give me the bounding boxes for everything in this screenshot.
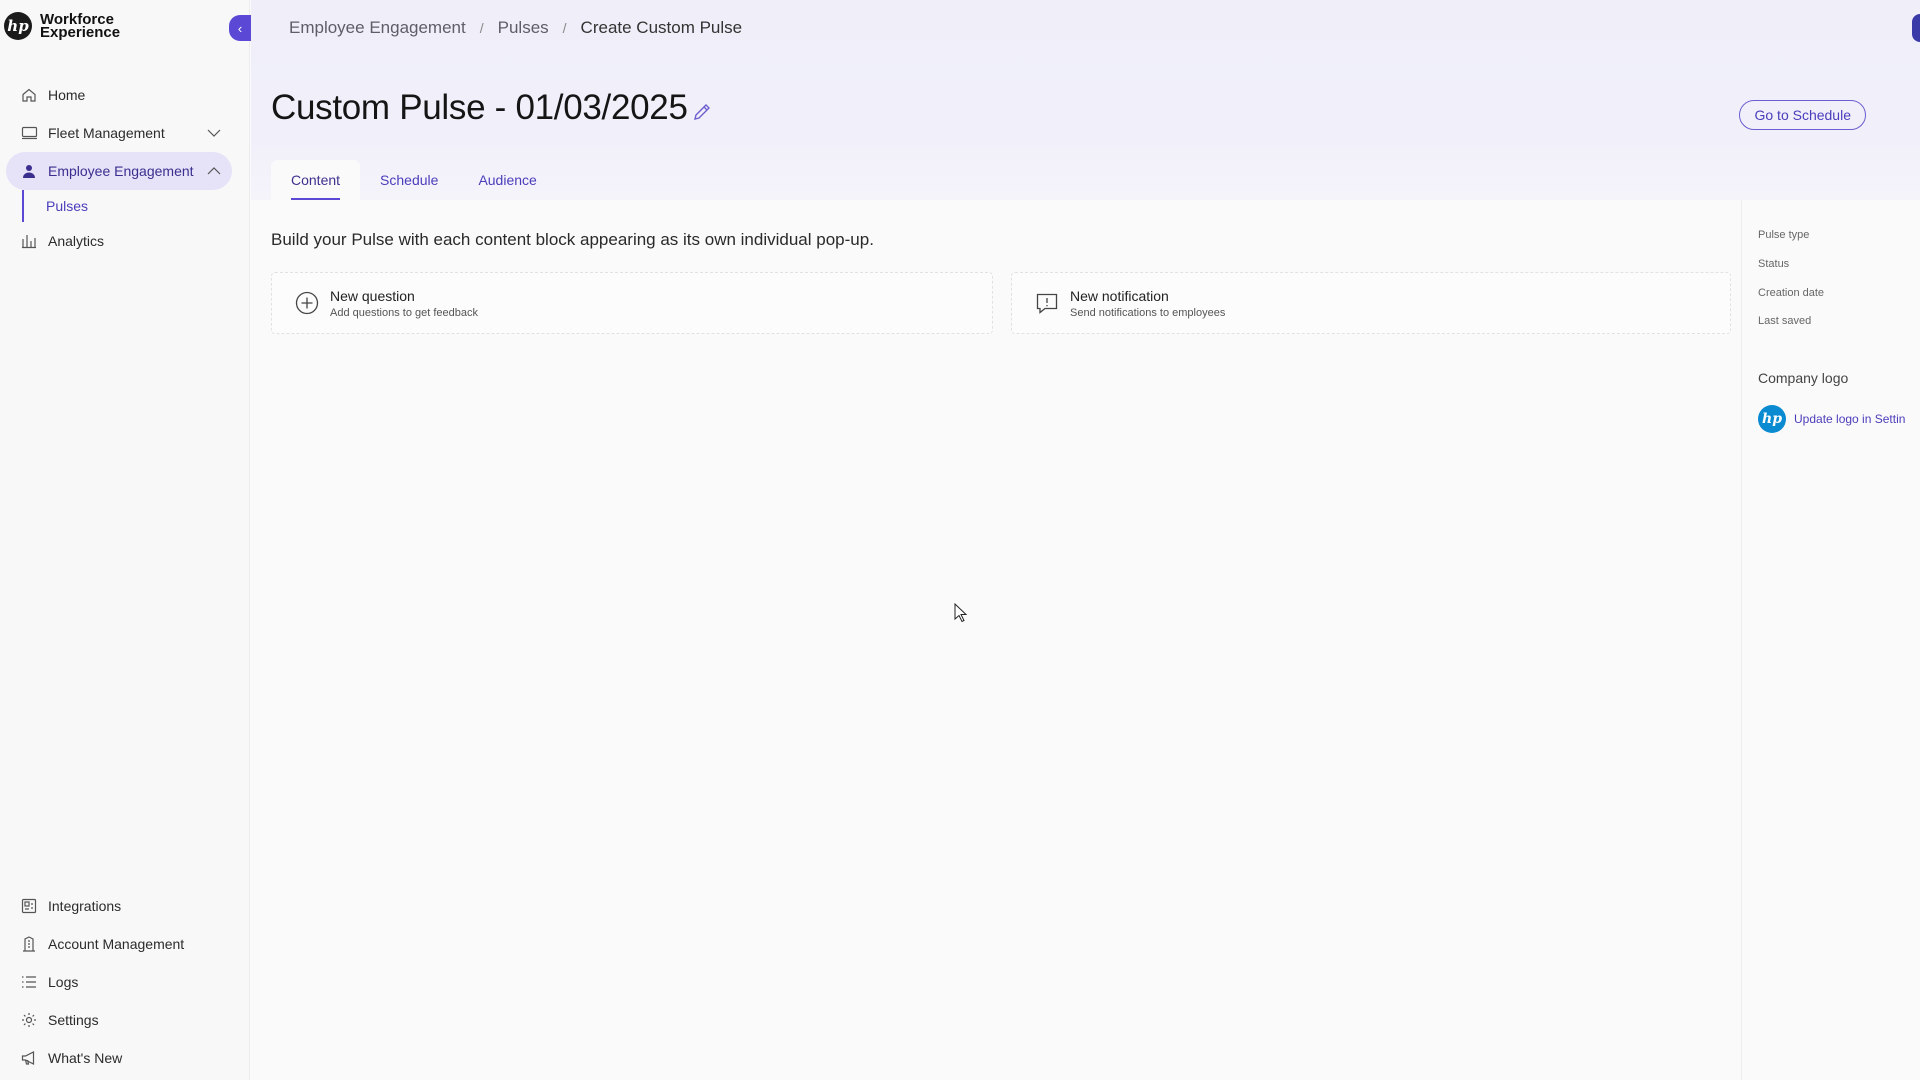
last-saved-label: Last saved xyxy=(1758,315,1812,327)
pulse-type-label: Pulse type xyxy=(1758,229,1810,241)
tab-schedule[interactable]: Schedule xyxy=(360,160,458,200)
sidebar-item-employee-engagement[interactable]: Employee Engagement xyxy=(6,152,232,190)
sidebar-item-whats-new[interactable]: What's New xyxy=(6,1039,232,1077)
content-intro-text: Build your Pulse with each content block… xyxy=(271,230,874,249)
block-subtitle: Add questions to get feedback xyxy=(330,306,478,319)
pulse-details-panel: Pulse type Status Creation date Last sav… xyxy=(1741,200,1920,1080)
sidebar-item-pulses[interactable]: Pulses xyxy=(22,190,250,222)
brand[interactable]: hp Workforce Experience xyxy=(4,12,120,40)
block-title: New question xyxy=(330,287,415,304)
notification-icon xyxy=(1034,290,1060,316)
breadcrumb-pulses[interactable]: Pulses xyxy=(498,18,549,38)
tab-content[interactable]: Content xyxy=(271,160,361,200)
sidebar-item-label: Logs xyxy=(48,974,79,990)
sidebar-item-label: Account Management xyxy=(48,936,185,952)
sidebar-item-analytics[interactable]: Analytics xyxy=(6,222,232,260)
tab-bar: Content Schedule Audience xyxy=(271,160,557,200)
megaphone-icon xyxy=(20,1049,38,1067)
company-logo: hp xyxy=(1758,405,1786,433)
brand-name: Workforce Experience xyxy=(40,12,121,41)
company-logo-row: hp Update logo in Settin xyxy=(1758,405,1905,433)
sidebar-item-account-management[interactable]: Account Management xyxy=(6,925,232,963)
status-label: Status xyxy=(1758,258,1790,270)
chevron-up-icon[interactable] xyxy=(206,163,222,179)
update-logo-link[interactable]: Update logo in Settin xyxy=(1794,412,1905,426)
gear-icon xyxy=(20,1011,38,1029)
breadcrumb-current: Create Custom Pulse xyxy=(580,18,743,37)
sidebar-item-label: What's New xyxy=(48,1050,123,1066)
sidebar-item-logs[interactable]: Logs xyxy=(6,963,232,1001)
brand-line-2: Experience xyxy=(40,24,121,41)
page-title: Custom Pulse - 01/03/2025 xyxy=(271,88,688,127)
secondary-nav: Integrations Account Management Logs Set… xyxy=(0,887,250,1077)
sidebar-item-label: Pulses xyxy=(46,198,89,214)
creation-date-label: Creation date xyxy=(1758,287,1825,299)
sidebar-item-home[interactable]: Home xyxy=(6,76,232,114)
sidebar-item-label: Fleet Management xyxy=(48,125,165,141)
block-title: New notification xyxy=(1070,287,1169,304)
breadcrumb-employee-engagement[interactable]: Employee Engagement xyxy=(289,18,466,38)
pencil-edit-icon[interactable] xyxy=(691,101,713,123)
sidebar-item-settings[interactable]: Settings xyxy=(6,1001,232,1039)
main-content: Employee Engagement / Pulses / Create Cu… xyxy=(251,0,1920,1080)
chevron-down-icon[interactable] xyxy=(206,125,222,141)
sidebar-item-label: Analytics xyxy=(48,233,105,249)
new-question-block[interactable]: New question Add questions to get feedba… xyxy=(271,272,993,334)
plus-circle-icon xyxy=(294,290,320,316)
user-avatar[interactable] xyxy=(1912,14,1920,42)
sidebar-item-label: Integrations xyxy=(48,898,122,914)
mouse-cursor-icon xyxy=(954,603,968,623)
hp-logo: hp xyxy=(4,12,32,40)
breadcrumb: Employee Engagement / Pulses / Create Cu… xyxy=(289,18,742,38)
breadcrumb-separator: / xyxy=(479,20,484,36)
chevron-left-icon: ‹ xyxy=(237,20,243,36)
bar-chart-icon xyxy=(20,232,38,250)
block-text: New question Add questions to get feedba… xyxy=(330,288,478,319)
collapse-sidebar-button[interactable]: ‹ xyxy=(229,15,251,41)
integrations-icon xyxy=(20,897,38,915)
new-notification-block[interactable]: New notification Send notifications to e… xyxy=(1011,272,1731,334)
sidebar: hp Workforce Experience ‹ Home Fleet Man… xyxy=(0,0,251,1080)
list-icon xyxy=(20,973,38,991)
sidebar-item-label: Home xyxy=(48,87,86,103)
monitor-icon xyxy=(20,124,38,142)
person-icon xyxy=(20,162,38,180)
building-icon xyxy=(20,935,38,953)
breadcrumb-separator: / xyxy=(562,20,567,36)
sidebar-item-fleet-management[interactable]: Fleet Management xyxy=(6,114,232,152)
sidebar-item-label: Settings xyxy=(48,1012,99,1028)
sidebar-item-integrations[interactable]: Integrations xyxy=(6,887,232,925)
block-text: New notification Send notifications to e… xyxy=(1070,288,1225,319)
primary-nav: Home Fleet Management Employee Engagemen… xyxy=(0,76,250,260)
company-logo-label: Company logo xyxy=(1758,370,1849,386)
go-to-schedule-button[interactable]: Go to Schedule xyxy=(1739,100,1866,130)
home-icon xyxy=(20,86,38,104)
sidebar-item-label: Employee Engagement xyxy=(48,163,194,179)
tab-audience[interactable]: Audience xyxy=(458,160,556,200)
block-subtitle: Send notifications to employees xyxy=(1070,306,1226,319)
